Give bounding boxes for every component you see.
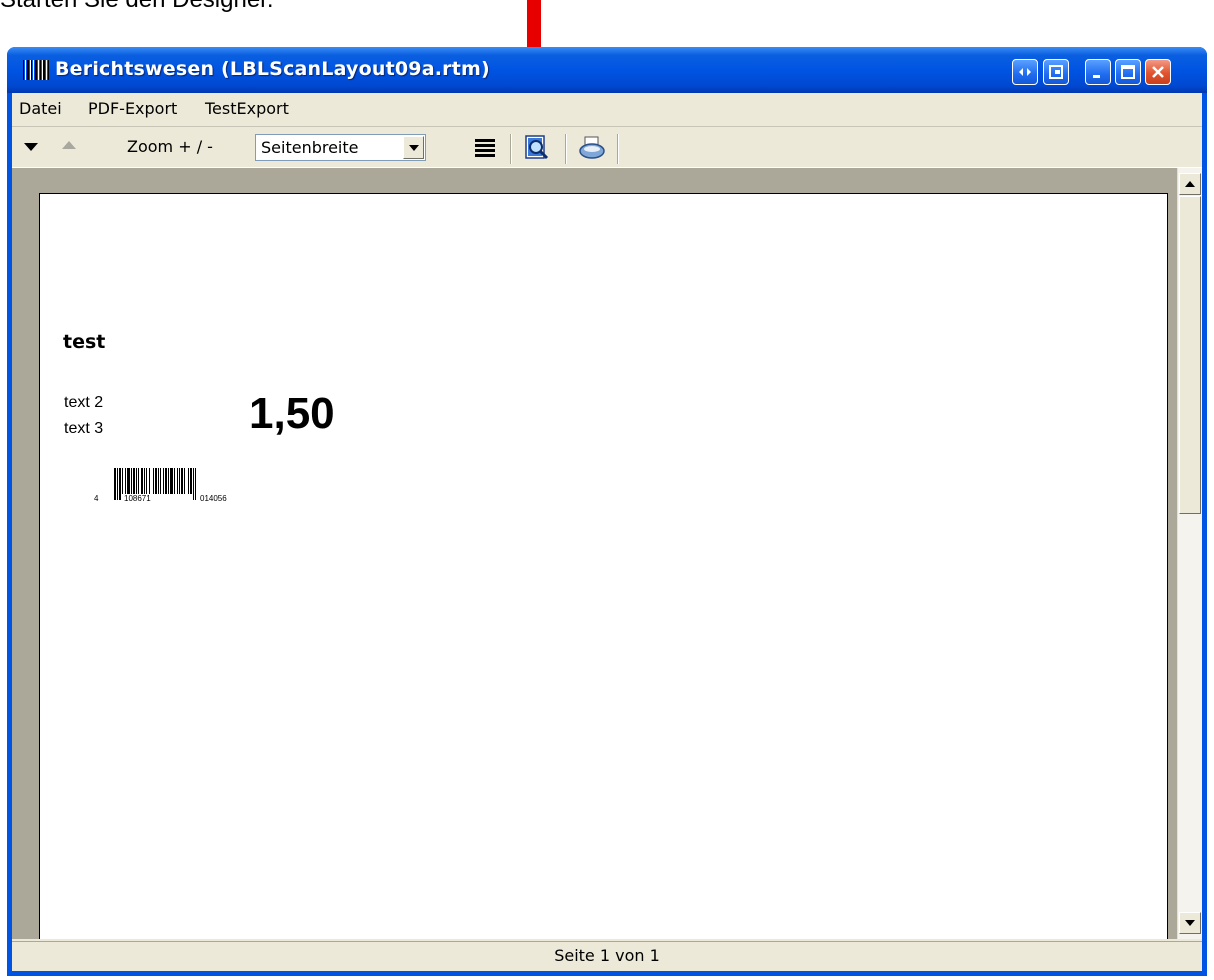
menu-testexport[interactable]: TestExport — [205, 99, 289, 118]
zoom-select-value: Seitenbreite — [261, 138, 359, 157]
barcode-bar — [177, 468, 178, 494]
status-text: Seite 1 von 1 — [554, 946, 660, 965]
toolbar-separator — [510, 134, 512, 164]
minimize-icon — [1093, 75, 1100, 78]
report-heading: test — [63, 331, 106, 353]
print-icon[interactable] — [578, 135, 606, 161]
report-window: Berichtswesen (LBLScanLayout09a.rtm) Dat… — [7, 47, 1207, 976]
barcode-bar — [181, 468, 183, 494]
toolbar-separator — [617, 134, 619, 164]
report-text-3: text 3 — [64, 420, 104, 437]
barcode-bar — [188, 468, 189, 494]
barcode-bar — [136, 468, 137, 494]
menu-datei[interactable]: Datei — [19, 99, 62, 118]
tile-icon — [1049, 65, 1063, 79]
chevron-down-icon[interactable] — [403, 136, 424, 159]
scroll-down-icon[interactable] — [1179, 912, 1201, 934]
restore-special-button[interactable] — [1012, 59, 1038, 85]
barcode-digits: 4 — [94, 494, 99, 502]
zoom-select[interactable]: Seitenbreite — [255, 134, 426, 161]
toolbar-separator — [565, 134, 567, 164]
window-client: Datei PDF-Export TestExport Zoom + / - S… — [12, 93, 1202, 971]
barcode-bar — [125, 468, 126, 494]
scroll-thumb[interactable] — [1179, 196, 1201, 514]
barcode-bar — [165, 468, 167, 494]
maximize-icon — [1121, 65, 1135, 79]
barcode-bar — [153, 468, 154, 494]
window-title: Berichtswesen (LBLScanLayout09a.rtm) — [55, 58, 490, 80]
barcode-bar — [149, 468, 150, 494]
previous-page-icon[interactable] — [62, 141, 76, 149]
barcode-bar — [133, 468, 135, 494]
next-page-icon[interactable] — [24, 143, 38, 151]
instruction-caption: Starten Sie den Designer. — [0, 0, 274, 14]
report-amount: 1,50 — [249, 389, 335, 438]
barcode-bar — [195, 468, 196, 500]
maximize-button[interactable] — [1115, 59, 1141, 85]
barcode-bar — [127, 468, 130, 494]
report-text-2: text 2 — [64, 394, 104, 411]
barcode-bar — [138, 468, 139, 494]
barcode-bar — [168, 468, 169, 494]
barcode-digits: 014056 — [200, 494, 227, 502]
barcode-bar — [131, 468, 132, 494]
barcode-bar — [144, 468, 145, 494]
barcode-bar — [190, 468, 192, 494]
preview-area[interactable]: test text 2 text 3 1,50 4 108671 014056 — [12, 168, 1202, 939]
barcode-image: 4 108671 014056 — [94, 468, 227, 502]
menu-pdf-export[interactable]: PDF-Export — [88, 99, 177, 118]
barcode-bar — [122, 468, 123, 494]
barcode-digits: 108671 — [124, 494, 151, 502]
barcode-bar — [158, 468, 159, 494]
status-bar: Seite 1 von 1 — [12, 941, 1202, 971]
barcode-bar — [119, 468, 121, 500]
barcode-bar — [193, 468, 194, 500]
close-icon — [1152, 66, 1164, 78]
title-bar[interactable]: Berichtswesen (LBLScanLayout09a.rtm) — [7, 47, 1207, 93]
barcode-bar — [141, 468, 143, 494]
barcode-bar — [114, 468, 116, 500]
designer-icon[interactable] — [524, 135, 550, 161]
barcode-bar — [117, 468, 118, 500]
barcode-bar — [179, 468, 180, 494]
barcode-bar — [160, 468, 161, 494]
scroll-up-icon[interactable] — [1179, 173, 1201, 195]
barcode-bar — [174, 468, 175, 494]
barcode-icon — [23, 60, 50, 80]
barcode-bar — [155, 468, 157, 494]
close-button[interactable] — [1145, 59, 1171, 85]
minimize-button[interactable] — [1085, 59, 1111, 85]
zoom-label[interactable]: Zoom + / - — [127, 137, 213, 156]
menu-bar: Datei PDF-Export TestExport — [12, 93, 1202, 127]
tile-button[interactable] — [1043, 59, 1069, 85]
vertical-scrollbar[interactable] — [1177, 168, 1202, 939]
barcode-bar — [146, 468, 147, 494]
barcode-bar — [184, 468, 185, 494]
toolbar: Zoom + / - Seitenbreite — [12, 127, 1202, 168]
report-page: test text 2 text 3 1,50 4 108671 014056 — [39, 193, 1168, 939]
restore-special-icon — [1019, 68, 1031, 76]
barcode-bar — [170, 468, 173, 494]
barcode-bar — [163, 468, 164, 494]
outline-icon[interactable] — [475, 139, 495, 157]
